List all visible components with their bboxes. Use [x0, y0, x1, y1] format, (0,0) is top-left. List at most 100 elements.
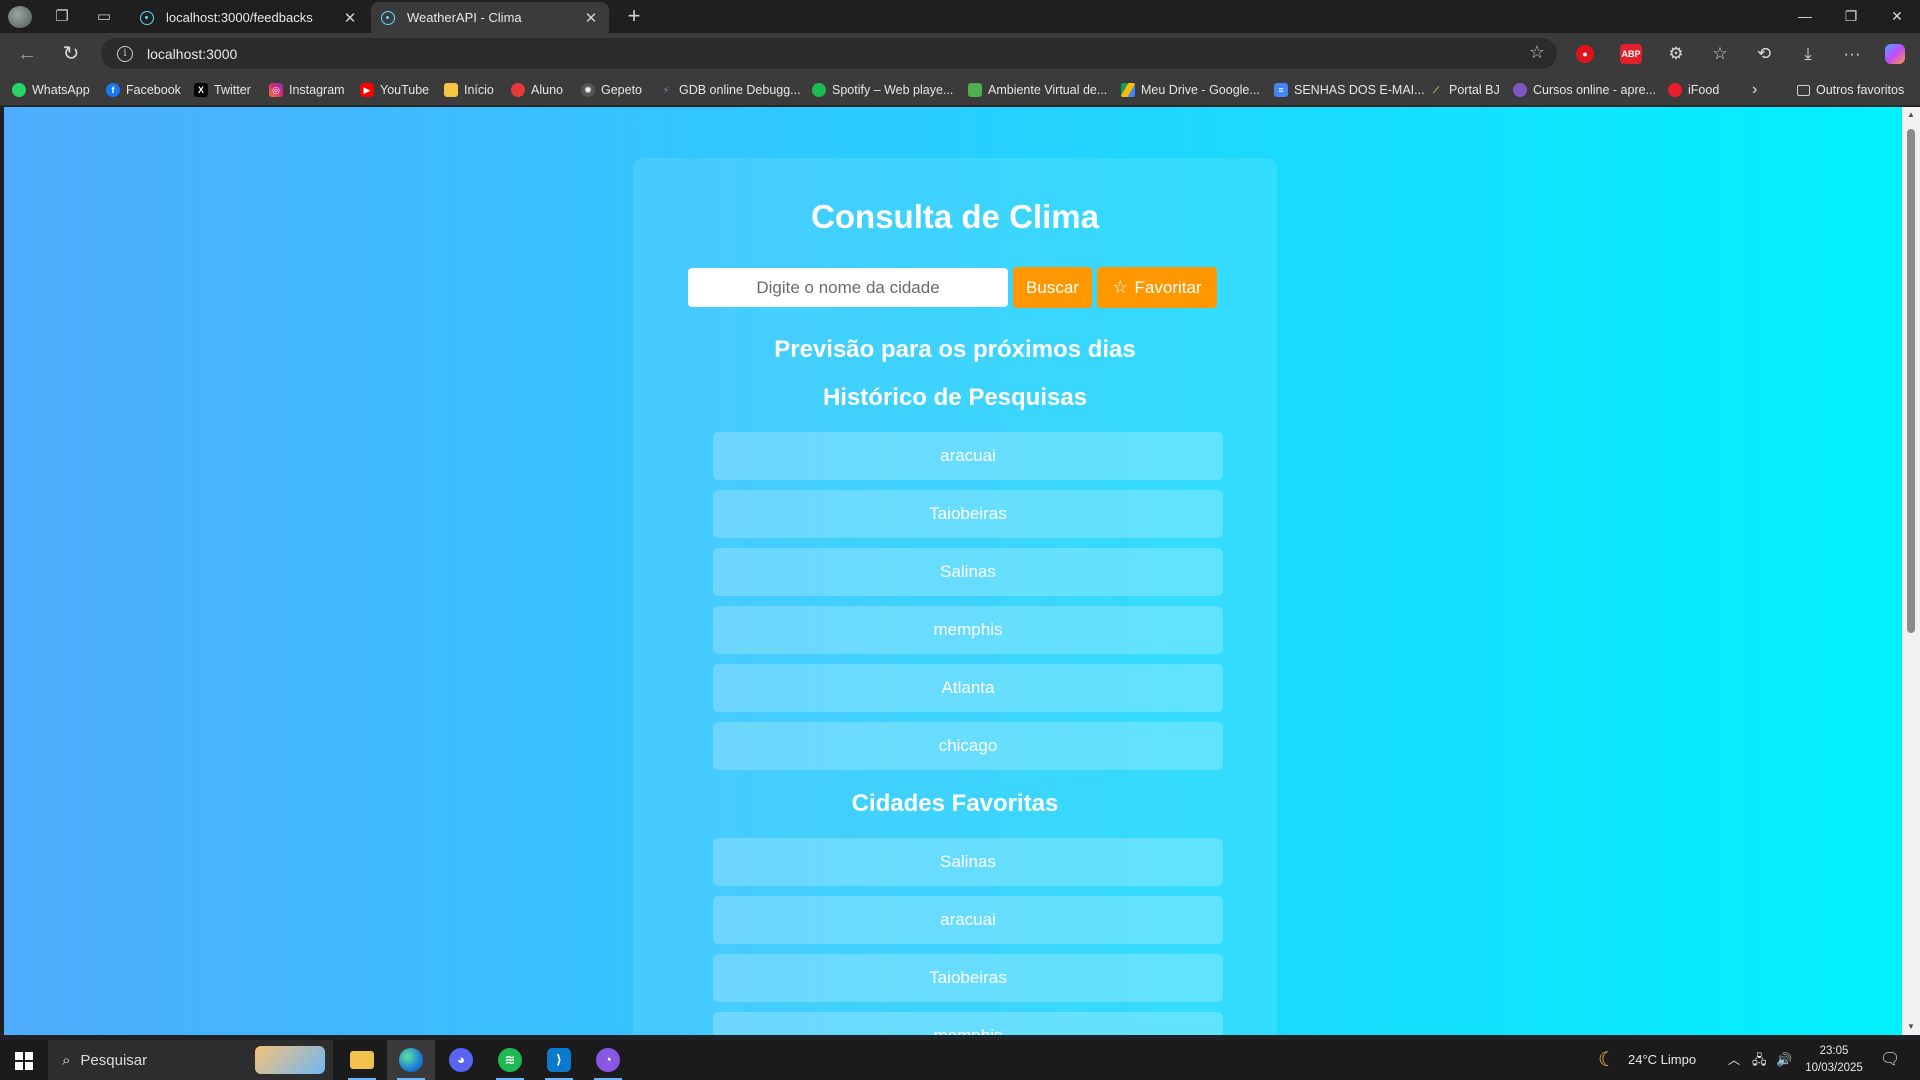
city-search-input[interactable]: [688, 268, 1008, 307]
taskbar-file-explorer[interactable]: [338, 1040, 386, 1080]
bookmark-youtube[interactable]: ▶ YouTube: [360, 81, 429, 99]
windows-logo-pane: [15, 1062, 23, 1070]
bookmark-meu-drive[interactable]: Meu Drive - Google...: [1121, 81, 1260, 99]
restore-button[interactable]: ❐: [1828, 0, 1874, 33]
facebook-icon: f: [106, 83, 120, 97]
favorites-list: Salinas aracuai Taiobeiras memphis: [713, 838, 1223, 1035]
history-item[interactable]: Atlanta: [713, 664, 1223, 712]
bookmark-label: Ambiente Virtual de...: [988, 83, 1108, 97]
address-bar[interactable]: i localhost:3000 ☆: [101, 38, 1557, 69]
discord-icon: ◕: [449, 1048, 473, 1072]
browser-toolbar: ← ↻ i localhost:3000 ☆ ● ABP ⚙ ☆ ⟲ ⤓ ···: [0, 33, 1920, 74]
network-icon[interactable]: 🖧: [1752, 1040, 1767, 1080]
tab-feedbacks[interactable]: localhost:3000/feedbacks ✕: [130, 2, 368, 33]
notifications-icon[interactable]: 🗨: [1880, 1040, 1900, 1080]
favorite-item[interactable]: Salinas: [713, 838, 1223, 886]
github-icon: ◔: [596, 1048, 620, 1072]
history-item[interactable]: chicago: [713, 722, 1223, 770]
profile-avatar[interactable]: [8, 6, 32, 28]
bookmark-whatsapp[interactable]: WhatsApp: [12, 81, 90, 99]
courses-icon: [1513, 83, 1527, 97]
bookmark-aluno[interactable]: Aluno: [511, 81, 563, 99]
taskbar-spotify[interactable]: ≋: [486, 1040, 534, 1080]
close-window-button[interactable]: ✕: [1874, 0, 1920, 33]
close-tab-icon[interactable]: ✕: [583, 9, 599, 27]
new-tab-button[interactable]: +: [622, 4, 646, 28]
bookmark-gepeto[interactable]: ✺ Gepeto: [581, 81, 642, 99]
reload-button[interactable]: ↻: [58, 41, 84, 67]
taskbar-github[interactable]: ◔: [584, 1040, 632, 1080]
search-highlight-image: [255, 1046, 325, 1074]
adblock-icon[interactable]: ABP: [1620, 44, 1642, 64]
bookmark-label: Twitter: [214, 83, 251, 97]
favorite-item[interactable]: memphis: [713, 1012, 1223, 1035]
start-button[interactable]: [0, 1040, 48, 1080]
tab-weatherapi[interactable]: WeatherAPI - Clima ✕: [371, 2, 609, 33]
history-item[interactable]: memphis: [713, 606, 1223, 654]
history-icon[interactable]: ⟲: [1752, 42, 1776, 66]
bookmark-label: Gepeto: [601, 83, 643, 97]
scroll-up-icon[interactable]: ▲: [1902, 107, 1920, 123]
back-button[interactable]: ←: [14, 41, 40, 67]
bookmark-senhas[interactable]: ≡ SENHAS DOS E-MAI...: [1274, 81, 1425, 99]
history-item[interactable]: aracuai: [713, 432, 1223, 480]
workspaces-icon[interactable]: ❐: [52, 7, 72, 27]
minimize-button[interactable]: —: [1782, 0, 1828, 33]
weather-text[interactable]: 24°C Limpo: [1628, 1040, 1696, 1080]
extension-red-icon[interactable]: ●: [1576, 45, 1594, 63]
windows-logo-icon: [15, 1052, 23, 1060]
tab-strip: ❐ ▭ localhost:3000/feedbacks ✕ WeatherAP…: [0, 0, 1920, 33]
history-item[interactable]: Salinas: [713, 548, 1223, 596]
tab-label: WeatherAPI - Clima: [407, 10, 522, 25]
site-info-icon[interactable]: i: [117, 45, 133, 62]
taskbar-vscode[interactable]: ⟩: [535, 1040, 583, 1080]
extensions-icon[interactable]: ⚙: [1664, 42, 1688, 66]
weather-card: Consulta de Clima Buscar ☆ Favoritar Pre…: [633, 158, 1277, 1035]
bookmark-instagram[interactable]: ◎ Instagram: [269, 81, 345, 99]
favorite-item[interactable]: aracuai: [713, 896, 1223, 944]
bookmark-gdb[interactable]: ⚡ GDB online Debugg...: [659, 81, 801, 99]
volume-icon[interactable]: 🔊: [1776, 1040, 1792, 1080]
moon-weather-icon[interactable]: ☾: [1598, 1040, 1616, 1080]
edge-icon: [399, 1048, 423, 1072]
bookmark-facebook[interactable]: f Facebook: [106, 81, 181, 99]
openai-icon: ✺: [581, 83, 595, 97]
downloads-icon[interactable]: ⤓: [1796, 42, 1820, 66]
taskbar: ⌕ Pesquisar ◕ ≋ ⟩ ◔ ☾ 24°C Limpo ︿ 🖧 🔊 2…: [0, 1040, 1920, 1080]
scroll-down-icon[interactable]: ▼: [1902, 1019, 1920, 1035]
buscar-button[interactable]: Buscar: [1013, 267, 1092, 308]
bookmarks-overflow-chevron-icon[interactable]: ›: [1752, 81, 1757, 99]
more-menu-icon[interactable]: ···: [1840, 42, 1864, 66]
tray-chevron-icon[interactable]: ︿: [1728, 1040, 1740, 1080]
bookmark-twitter[interactable]: X Twitter: [194, 81, 251, 99]
bookmark-cursos[interactable]: Cursos online - apre...: [1513, 81, 1656, 99]
other-favorites-folder[interactable]: Outros favoritos: [1797, 81, 1904, 99]
bookmark-ambiente-virtual[interactable]: Ambiente Virtual de...: [968, 81, 1107, 99]
bookmark-inicio[interactable]: Início: [444, 81, 494, 99]
bookmark-star-icon[interactable]: ☆: [1529, 42, 1545, 63]
vertical-tabs-icon[interactable]: ▭: [94, 7, 114, 27]
favorite-item[interactable]: Taiobeiras: [713, 954, 1223, 1002]
search-row: Buscar ☆ Favoritar: [688, 267, 1217, 308]
bookmark-ifood[interactable]: iFood: [1668, 81, 1719, 99]
address-text: localhost:3000: [147, 45, 238, 62]
clock[interactable]: 23:05 10/03/2025: [1798, 1043, 1870, 1077]
copilot-icon[interactable]: [1885, 44, 1905, 64]
close-tab-icon[interactable]: ✕: [342, 9, 358, 27]
windows-logo-pane: [25, 1062, 33, 1070]
taskbar-edge[interactable]: [387, 1040, 435, 1080]
react-icon: [140, 10, 154, 25]
favoritar-button[interactable]: ☆ Favoritar: [1097, 267, 1217, 308]
aluno-icon: [511, 83, 525, 97]
page-scrollbar[interactable]: ▲ ▼: [1902, 107, 1920, 1035]
scrollbar-thumb[interactable]: [1907, 129, 1915, 633]
bookmark-portal-bj[interactable]: ⟋ Portal BJ: [1429, 81, 1500, 99]
bookmark-spotify[interactable]: Spotify – Web playe...: [812, 81, 953, 99]
taskbar-discord[interactable]: ◕: [437, 1040, 485, 1080]
folder-icon: [1797, 84, 1810, 96]
favorites-heading: Cidades Favoritas: [851, 790, 1059, 817]
favorites-icon[interactable]: ☆: [1708, 42, 1732, 66]
history-item[interactable]: Taiobeiras: [713, 490, 1223, 538]
taskbar-search[interactable]: ⌕ Pesquisar: [48, 1040, 333, 1080]
clock-time: 23:05: [1819, 1045, 1849, 1057]
